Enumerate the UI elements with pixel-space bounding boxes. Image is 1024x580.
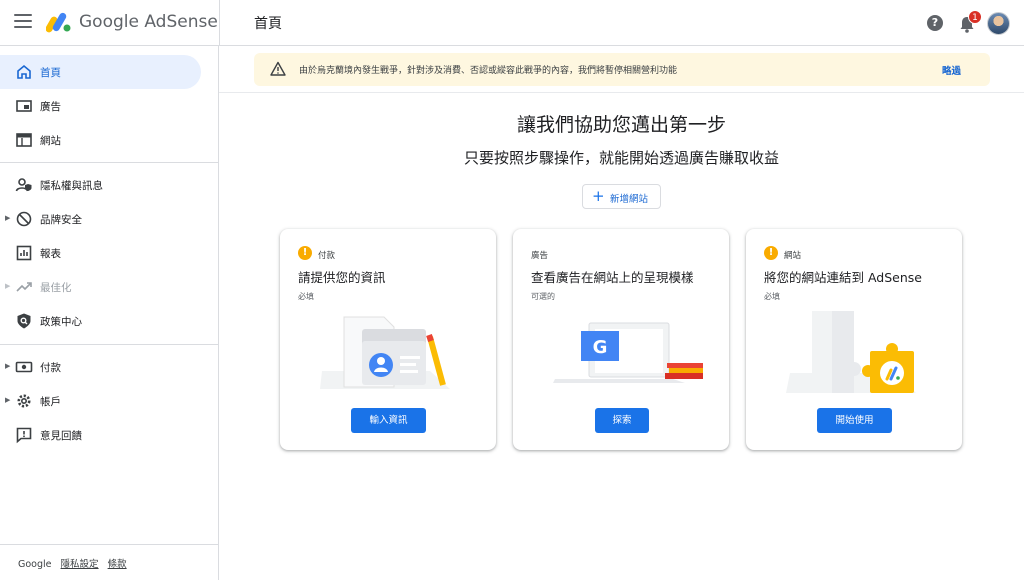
sidebar-item-reports[interactable]: 報表 [0,236,201,270]
banner-dismiss-button[interactable]: 略過 [942,63,961,77]
card-title: 將您的網站連結到 AdSense [764,270,922,285]
ads-preview-illustration: G [553,322,703,383]
header-divider [219,0,220,46]
card-title: 查看廣告在網站上的呈現模樣 [531,270,694,285]
hamburger-menu-icon[interactable] [14,14,32,30]
footer-brand: Google [18,559,52,570]
warning-status-icon: ! [298,246,312,260]
enter-info-button[interactable]: 輸入資訊 [351,408,426,433]
explore-button[interactable]: 探索 [595,408,649,433]
sidebar-item-label: 付款 [40,362,61,374]
card-category: 網站 [784,251,802,261]
card-category: 付款 [318,251,336,261]
card-requirement: 可選的 [531,292,555,301]
sidebar-item-label: 報表 [40,248,61,260]
onboarding-subtitle: 只要按照步驟操作，就能開始透過廣告賺取收益 [463,149,779,167]
sidebar-footer-divider [0,544,218,545]
card-requirement: 必填 [764,292,780,301]
help-icon[interactable]: ? [927,15,943,31]
notification-count-badge: 1 [968,10,982,24]
add-site-button[interactable]: + 新增網站 [582,184,661,209]
sidebar-item-label: 隱私權與訊息 [40,180,103,192]
puzzle-connect-illustration [786,311,916,393]
svg-text:G: G [593,337,608,358]
sidebar-item-sites[interactable]: 網站 [0,123,201,157]
sidebar-item-label: 帳戶 [40,396,61,408]
sidebar-nav: 首頁 廣告 網站 隱私權與訊息 ▶ 品牌安全 報表 ▶ 最佳化 政策中心 ▶ 付… [0,46,219,580]
sidebar-item-label: 廣告 [40,101,61,113]
war-notice-banner: 由於烏克蘭境內發生戰爭，針對涉及消費、否認或縱容此戰爭的內容，我們將暫停相關營利… [254,53,990,86]
brand-name: Google AdSense [79,12,218,32]
plus-icon: + [592,187,605,205]
banner-message: 由於烏克蘭境內發生戰爭，針對涉及消費、否認或縱容此戰爭的內容，我們將暫停相關營利… [299,66,678,76]
block-icon [16,211,32,227]
sidebar-item-label: 政策中心 [40,316,82,328]
sidebar-item-label: 最佳化 [40,282,72,294]
sidebar-item-account[interactable]: ▶ 帳戶 [0,384,201,418]
expand-arrow-icon: ▶ [5,362,11,370]
warning-status-icon: ! [764,246,778,260]
sidebar-item-label: 首頁 [40,67,61,79]
get-started-button[interactable]: 開始使用 [817,408,892,433]
feedback-icon [16,427,32,444]
expand-arrow-icon: ▶ [5,396,11,404]
payment-info-card: ! 付款 請提供您的資訊 必填 輸入資訊 [280,229,496,450]
top-app-bar: Google AdSense 首頁 ? 1 [0,0,1024,46]
sidebar-item-label: 網站 [40,135,61,147]
content-divider [219,92,1024,93]
sidebar-item-payments[interactable]: ▶ 付款 [0,350,201,384]
payments-icon [15,361,33,373]
expand-arrow-icon: ▶ [5,282,11,290]
connect-site-card: ! 網站 將您的網站連結到 AdSense 必填 開始使用 [746,229,962,450]
privacy-settings-link[interactable]: 隱私設定 [61,559,99,570]
home-icon [17,64,31,79]
sidebar-item-brand-safety[interactable]: ▶ 品牌安全 [0,202,201,236]
ads-preview-card: 廣告 查看廣告在網站上的呈現模樣 可選的 G 探索 [513,229,729,450]
add-site-label: 新增網站 [610,194,649,205]
sidebar-item-feedback[interactable]: 意見回饋 [0,418,201,452]
page-title: 首頁 [254,16,282,32]
sites-icon [16,133,32,147]
sidebar-item-home[interactable]: 首頁 [0,55,201,89]
reports-icon [16,245,32,261]
sidebar-divider [0,162,218,163]
payment-form-illustration [320,316,450,389]
card-category: 廣告 [531,251,549,261]
trending-up-icon [16,282,32,292]
privacy-messaging-icon [15,178,32,192]
terms-link[interactable]: 條款 [108,559,127,570]
sidebar-item-label: 意見回饋 [40,430,82,442]
expand-arrow-icon: ▶ [5,214,11,222]
onboarding-title: 讓我們協助您邁出第一步 [516,114,726,136]
gear-icon [17,394,31,408]
sidebar-item-privacy-messaging[interactable]: 隱私權與訊息 [0,168,201,202]
sidebar-footer: Google 隱私設定 條款 [18,556,127,570]
sidebar-item-ads[interactable]: 廣告 [0,89,201,123]
adsense-logo-icon [46,12,71,33]
sidebar-item-policy-center[interactable]: 政策中心 [0,304,201,338]
policy-shield-icon [17,313,31,329]
account-avatar[interactable] [987,12,1010,35]
card-title: 請提供您的資訊 [298,270,386,285]
sidebar-item-label: 品牌安全 [40,214,82,226]
sidebar-item-optimization[interactable]: ▶ 最佳化 [0,270,201,304]
card-requirement: 必填 [298,292,314,301]
ads-icon [16,100,32,112]
sidebar-divider [0,344,218,345]
warning-icon [270,61,286,76]
